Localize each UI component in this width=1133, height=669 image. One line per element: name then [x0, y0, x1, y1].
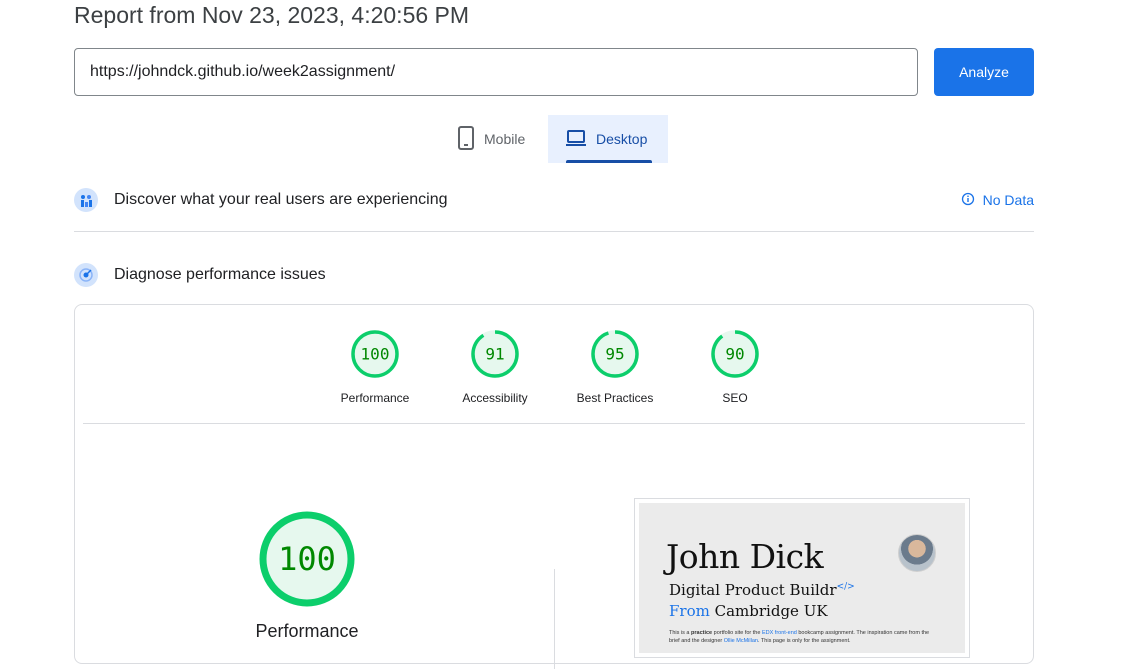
score-label: SEO: [722, 391, 748, 405]
score-gauge-performance[interactable]: 100 Performance: [315, 329, 435, 405]
score-label: Best Practices: [576, 391, 654, 405]
screenshot-location: From Cambridge UK: [669, 602, 828, 620]
diagnose-radar-icon: [74, 263, 98, 287]
card-divider: [83, 423, 1025, 424]
screenshot-description: This is a practice portfolio site for th…: [669, 629, 939, 645]
tab-mobile-label: Mobile: [484, 131, 526, 147]
tab-desktop[interactable]: Desktop: [548, 115, 668, 163]
laptop-icon: [565, 129, 587, 150]
score-label: Accessibility: [462, 391, 528, 405]
screenshot-name: John Dick: [666, 537, 824, 576]
score-gauge-best-practices[interactable]: 95 Best Practices: [555, 329, 675, 405]
from-label: From: [669, 602, 710, 620]
page-screenshot-thumbnail: John Dick Digital Product Buildr</> From…: [634, 498, 970, 658]
tab-desktop-label: Desktop: [596, 131, 648, 147]
main-performance-gauge: 100: [257, 509, 357, 614]
desc-text: This is a: [669, 630, 692, 636]
desc-bold: practice: [691, 630, 713, 636]
info-icon: [961, 192, 975, 209]
report-title: Report from Nov 23, 2023, 4:20:56 PM: [74, 2, 470, 28]
score-value: 90: [725, 345, 744, 364]
score-ring: 95: [591, 330, 639, 378]
tab-selected-indicator: [566, 160, 652, 163]
role-text: Digital Product Buildr: [669, 581, 837, 599]
no-data-link[interactable]: No Data: [961, 192, 1034, 209]
score-value: 100: [361, 345, 390, 364]
score-value: 95: [605, 345, 624, 364]
desc-link: Ollie McMillan: [723, 638, 758, 644]
main-score-ring: 100: [259, 511, 355, 607]
screenshot-role: Digital Product Buildr</>: [669, 581, 855, 599]
section-divider: [74, 231, 1034, 232]
real-users-heading: Discover what your real users are experi…: [114, 191, 448, 208]
score-gauge-seo[interactable]: 90 SEO: [675, 329, 795, 405]
location-text: Cambridge UK: [714, 602, 828, 620]
score-ring: 91: [471, 330, 519, 378]
avatar: [898, 534, 936, 572]
diagnose-section: Diagnose performance issues: [74, 263, 1034, 287]
score-gauge-accessibility[interactable]: 91 Accessibility: [435, 329, 555, 405]
diagnose-heading: Diagnose performance issues: [114, 266, 326, 283]
url-input[interactable]: [74, 48, 918, 96]
no-data-label: No Data: [982, 192, 1034, 208]
main-score-label: Performance: [255, 621, 359, 641]
score-ring: 100: [351, 330, 399, 378]
screenshot-content: John Dick Digital Product Buildr</> From…: [639, 503, 965, 653]
score-label: Performance: [340, 391, 410, 405]
smartphone-icon: [457, 125, 475, 153]
main-score-value: 100: [278, 540, 336, 578]
analyze-button[interactable]: Analyze: [934, 48, 1034, 96]
desc-text: . This page is only for the assignment.: [757, 638, 851, 644]
users-chart-icon: [74, 188, 98, 212]
score-ring: 90: [711, 330, 759, 378]
score-value: 91: [485, 345, 504, 364]
desc-text: portfolio site for the: [712, 630, 762, 636]
vertical-divider: [554, 569, 555, 669]
code-icon: </>: [836, 582, 855, 592]
desc-link: EDX front-end: [761, 630, 797, 636]
tab-mobile[interactable]: Mobile: [440, 115, 548, 163]
lighthouse-report-card: 100 Performance 91 Accessibility 95 Best…: [74, 304, 1034, 669]
real-users-section: Discover what your real users are experi…: [74, 188, 1034, 212]
